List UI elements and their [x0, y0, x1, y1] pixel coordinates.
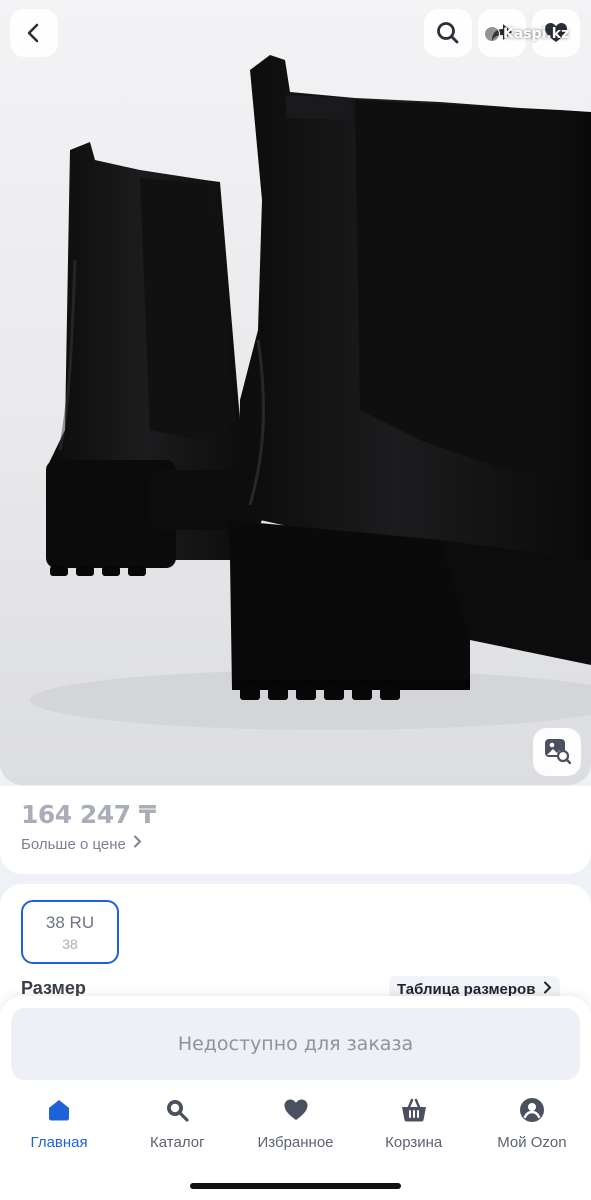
visual-search-button[interactable] [533, 728, 581, 776]
watermark-logo-icon [484, 26, 500, 42]
search-button[interactable] [424, 9, 472, 57]
image-search-icon [543, 736, 572, 769]
tab-favorites-label: Избранное [257, 1134, 334, 1151]
search-icon [435, 20, 461, 46]
chevron-right-icon [543, 981, 552, 998]
tab-bar: Главная Каталог Избранное Корзина Мой Oz… [0, 1094, 591, 1154]
watermark-text: Kaspi.kz [503, 26, 570, 42]
chevron-right-icon [133, 835, 142, 853]
chevron-left-icon [23, 22, 45, 44]
bottom-sheet: Недоступно для заказа Главная Каталог Из… [0, 996, 591, 1200]
price-value: 164 247 ₸ [21, 800, 156, 829]
size-option-38[interactable]: 38 RU 38 [21, 900, 119, 964]
back-button[interactable] [10, 9, 58, 57]
order-unavailable-button[interactable]: Недоступно для заказа [11, 1008, 580, 1080]
home-indicator [190, 1183, 401, 1189]
search-icon [164, 1097, 190, 1128]
price-details-link[interactable]: Больше о цене [21, 835, 142, 853]
tab-home-label: Главная [30, 1134, 88, 1151]
size-chart-label: Таблица размеров [397, 980, 536, 998]
profile-icon [519, 1097, 545, 1128]
size-option-label: 38 RU [45, 912, 95, 932]
watermark: Kaspi.kz [484, 26, 569, 42]
price-details-label: Больше о цене [21, 835, 126, 853]
tab-favorites[interactable]: Избранное [236, 1094, 354, 1154]
tab-catalog[interactable]: Каталог [118, 1094, 236, 1154]
tab-cart-label: Корзина [385, 1134, 443, 1151]
tab-profile[interactable]: Мой Ozon [473, 1094, 591, 1154]
size-option-sublabel: 38 [62, 935, 78, 952]
tab-profile-label: Мой Ozon [497, 1134, 567, 1151]
product-gallery[interactable]: Kaspi.kz [0, 0, 591, 785]
tab-catalog-label: Каталог [150, 1134, 205, 1151]
home-icon [46, 1097, 72, 1128]
tab-cart[interactable]: Корзина [355, 1094, 473, 1154]
tab-home[interactable]: Главная [0, 1094, 118, 1154]
heart-icon [283, 1097, 309, 1128]
basket-icon [400, 1097, 428, 1128]
price-card: 164 247 ₸ Больше о цене [0, 786, 591, 874]
product-photo [30, 55, 591, 730]
